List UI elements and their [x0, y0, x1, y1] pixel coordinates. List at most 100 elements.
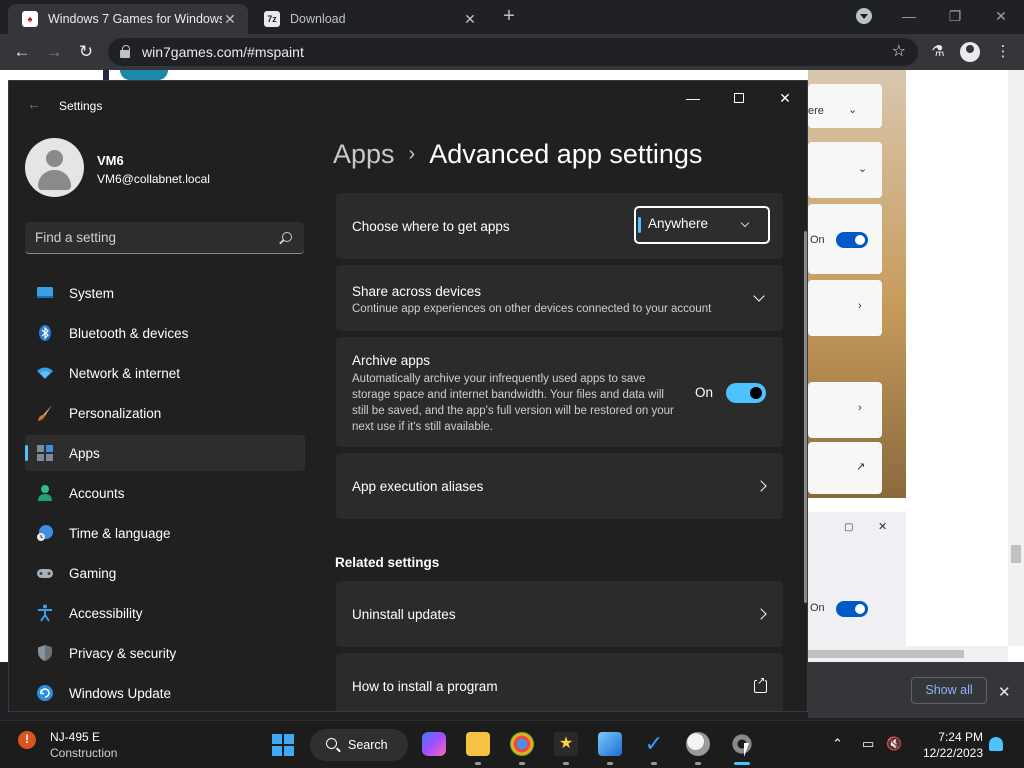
weather-widget-subtitle[interactable]: Construction: [50, 746, 117, 760]
tab-search-icon[interactable]: [856, 8, 872, 24]
avatar[interactable]: [25, 138, 84, 197]
notification-bell-icon[interactable]: [989, 737, 1003, 751]
paint-palette-icon[interactable]: [686, 732, 710, 756]
taskbar-date[interactable]: 12/22/2023: [917, 746, 983, 760]
screenshot-toggle: [836, 601, 868, 617]
browser-close-icon[interactable]: ✕: [986, 6, 1016, 26]
speaker-muted-icon[interactable]: 🔇: [886, 736, 902, 752]
minimize-icon[interactable]: —: [670, 87, 716, 109]
settings-scrollbar[interactable]: [804, 231, 807, 603]
show-all-button[interactable]: Show all: [911, 677, 987, 704]
back-arrow-icon[interactable]: ←: [27, 96, 41, 112]
card-description: Continue app experiences on other device…: [352, 303, 712, 315]
card-description: Automatically archive your infrequently …: [352, 373, 674, 433]
chrome-icon[interactable]: [510, 732, 534, 756]
browser-restore-icon[interactable]: ❐: [940, 6, 970, 26]
accessibility-icon: [38, 604, 52, 622]
sidebar-item-system[interactable]: System: [25, 275, 305, 311]
browser-minimize-icon[interactable]: —: [894, 6, 924, 26]
running-indicator: [695, 762, 701, 765]
taskbar-search-button[interactable]: Search: [310, 729, 408, 761]
archive-apps-toggle[interactable]: [726, 383, 766, 403]
display-icon[interactable]: ▭: [862, 736, 874, 752]
weather-widget-title[interactable]: NJ-495 E: [50, 730, 100, 744]
find-setting-input[interactable]: Find a setting: [25, 222, 304, 254]
download-bar-close-icon[interactable]: ✕: [998, 683, 1011, 701]
sidebar-item-label: Network & internet: [69, 365, 181, 381]
sidebar-item-windows-update[interactable]: Windows Update: [25, 675, 305, 711]
sidebar-item-label: Bluetooth & devices: [69, 325, 189, 341]
breadcrumb-apps-link[interactable]: Apps: [333, 139, 395, 170]
sidebar-item-label: Accessibility: [69, 605, 143, 621]
card-title: Uninstall updates: [352, 607, 456, 622]
scrollbar-thumb[interactable]: [808, 650, 964, 658]
sidebar-item-label: Gaming: [69, 565, 117, 581]
sidebar-item-network[interactable]: Network & internet: [25, 355, 305, 391]
todo-check-icon[interactable]: ✓: [642, 732, 666, 756]
screenshot-toggle-label: On: [810, 602, 825, 614]
bluetooth-icon: [39, 325, 51, 341]
sidebar-item-bluetooth[interactable]: Bluetooth & devices: [25, 315, 305, 351]
reload-icon[interactable]: ↻: [75, 41, 97, 63]
running-indicator: [607, 762, 613, 765]
scrollbar-thumb[interactable]: [1011, 545, 1021, 563]
bookmark-star-icon[interactable]: ☆: [892, 41, 906, 61]
sidebar-item-accessibility[interactable]: Accessibility: [25, 595, 305, 631]
mouse-cursor-icon: [744, 743, 754, 757]
how-to-install-card[interactable]: How to install a program: [336, 653, 783, 711]
new-tab-plus-icon[interactable]: +: [499, 6, 519, 26]
chevron-up-icon[interactable]: ⌃: [832, 736, 843, 752]
tab-close-icon[interactable]: ✕: [462, 11, 478, 28]
screenshot-external-link-icon: ↗: [856, 461, 866, 473]
card-title: Archive apps: [352, 353, 431, 368]
maximize-icon[interactable]: [716, 87, 762, 109]
update-icon: [37, 685, 53, 701]
close-icon[interactable]: ✕: [762, 87, 807, 109]
tab-close-icon[interactable]: ✕: [222, 11, 238, 28]
search-icon: [282, 232, 292, 242]
file-explorer-icon[interactable]: [466, 732, 490, 756]
menu-kebab-icon[interactable]: ⋮: [994, 43, 1012, 61]
screenshot-chevron-right-icon: ›: [858, 300, 862, 312]
tab-windows7games[interactable]: ♠ Windows 7 Games for Windows ✕: [8, 4, 248, 34]
tab-download[interactable]: 7z Download ✕: [250, 4, 488, 34]
profile-avatar-icon[interactable]: [960, 42, 980, 62]
chevron-down-icon[interactable]: [753, 290, 765, 302]
copilot-icon[interactable]: [422, 732, 446, 756]
taskbar-time[interactable]: 7:24 PM: [937, 730, 983, 744]
lock-icon[interactable]: [120, 45, 130, 58]
webpage-horizontal-scrollbar[interactable]: [808, 646, 1008, 662]
app-source-dropdown[interactable]: Anywhere: [634, 206, 770, 244]
settings-window: ← Settings — ✕ VM6 VM6@collabnet.local F…: [8, 80, 808, 712]
sidebar-item-time-language[interactable]: Time & language: [25, 515, 305, 551]
screenshot-maximize-icon: ▢: [844, 522, 854, 533]
address-bar[interactable]: win7games.com/#mspaint ☆: [108, 38, 918, 66]
sidebar-item-label: Personalization: [69, 405, 162, 421]
screenshot-toggle: [836, 232, 868, 248]
start-button[interactable]: [272, 734, 294, 756]
movie-star-app-icon[interactable]: ★: [554, 732, 578, 756]
forward-arrow-icon[interactable]: →: [43, 41, 65, 63]
sidebar-item-privacy-security[interactable]: Privacy & security: [25, 635, 305, 671]
shield-icon: [38, 645, 52, 661]
running-indicator: [563, 762, 569, 765]
uninstall-updates-card[interactable]: Uninstall updates: [336, 581, 783, 647]
photos-icon[interactable]: [598, 732, 622, 756]
profile-email: VM6@collabnet.local: [97, 172, 210, 186]
back-arrow-icon[interactable]: ←: [11, 41, 33, 63]
webpage-vertical-scrollbar[interactable]: [1008, 70, 1024, 646]
sidebar-item-accounts[interactable]: Accounts: [25, 475, 305, 511]
extensions-flask-icon[interactable]: ⚗: [929, 43, 947, 61]
card-title: Choose where to get apps: [352, 219, 510, 234]
sidebar-item-label: Windows Update: [69, 685, 172, 701]
7zip-favicon-icon: 7z: [264, 11, 280, 27]
sidebar-item-personalization[interactable]: Personalization: [25, 395, 305, 431]
app-execution-aliases-card[interactable]: App execution aliases: [336, 453, 783, 519]
share-across-devices-card[interactable]: Share across devices Continue app experi…: [336, 265, 783, 331]
traffic-alert-icon[interactable]: [18, 731, 36, 749]
sidebar-item-apps[interactable]: Apps: [25, 435, 305, 471]
settings-nav: System Bluetooth & devices Network & int…: [25, 275, 305, 711]
sidebar-item-gaming[interactable]: Gaming: [25, 555, 305, 591]
screenshot-dropdown-card: ere ⌄: [808, 84, 882, 128]
screenshot-card: ↗: [808, 442, 882, 494]
